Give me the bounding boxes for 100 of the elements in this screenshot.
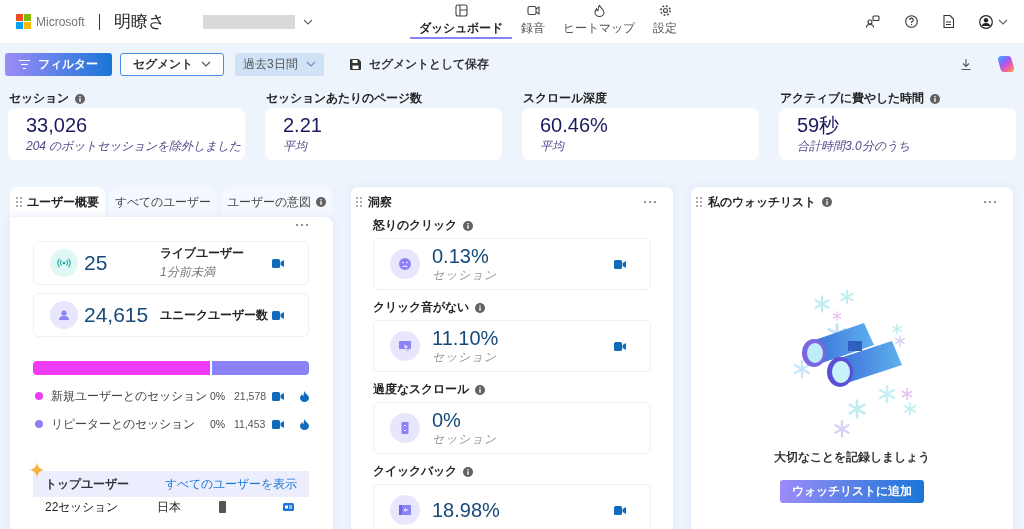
flame-icon <box>592 4 606 17</box>
info-icon <box>463 220 473 231</box>
date-range-dropdown[interactable]: 過去3日間 <box>235 52 324 76</box>
watchlist-message: 大切なことを記録しましょう <box>774 449 930 466</box>
product-name: 明瞭さ <box>113 11 165 33</box>
video-camera-icon <box>526 4 540 17</box>
settings-icon <box>658 4 672 17</box>
nav-tab[interactable]: 録音 <box>512 4 554 39</box>
metric-label: セッション <box>9 90 69 107</box>
flame-icon[interactable] <box>300 418 309 430</box>
copilot-logo-icon[interactable] <box>997 55 1015 73</box>
metric-label: アクティブに費やした時間 <box>780 90 924 107</box>
info-icon <box>463 466 473 477</box>
avatar-icon <box>979 14 993 29</box>
drag-handle-icon[interactable] <box>696 197 702 207</box>
panel-tab[interactable]: ユーザーの意図 <box>221 187 332 217</box>
nav-tab[interactable]: ダッシュボード <box>410 4 512 39</box>
user-country: 日本 <box>157 498 182 516</box>
video-camera-icon[interactable] <box>614 505 626 515</box>
metric-note: 204 のボットセッションを除外しました <box>26 138 243 155</box>
filter-button[interactable]: フィルター <box>5 52 112 76</box>
angry-face-icon <box>398 257 412 271</box>
user-sessions: 22セッション <box>45 498 120 516</box>
insight-caption: セッション <box>432 266 498 284</box>
view-all-users-link[interactable]: すべてのユーザーを表示 <box>165 475 297 493</box>
person-icon <box>57 310 71 320</box>
download-icon[interactable] <box>961 58 971 70</box>
cursor-click-icon <box>398 339 412 353</box>
metric-label: セッションあたりのページ数 <box>266 90 422 107</box>
chevron-down-icon <box>305 61 316 67</box>
panel-title: 私のウォッチリスト <box>708 194 816 210</box>
nav-tab[interactable]: ヒートマップ <box>554 4 644 39</box>
stat-value: 25 <box>84 251 109 275</box>
insight-label: クイックバック <box>373 463 457 480</box>
microsoft-logo-icon <box>16 14 31 29</box>
legend-count: 21,578 <box>234 390 268 402</box>
legend-percent: 0% <box>210 390 227 402</box>
phone-icon <box>219 501 226 513</box>
account-button[interactable] <box>979 14 1008 29</box>
insight-value: 0.13% <box>432 244 490 267</box>
metric-note: 合計時間3.0分のうち <box>797 138 911 155</box>
drag-handle-icon[interactable] <box>356 197 362 207</box>
stat-label: ユニークユーザー数 <box>160 306 269 324</box>
video-camera-icon[interactable] <box>614 259 626 269</box>
save-segment-button[interactable]: セグメントとして保存 <box>337 52 501 76</box>
document-icon[interactable] <box>943 15 954 28</box>
brand-name: Microsoft <box>36 14 85 29</box>
panel-tab[interactable]: ユーザー概要 <box>10 187 105 217</box>
id-card-icon[interactable] <box>283 503 294 511</box>
video-camera-icon[interactable] <box>272 419 284 429</box>
info-icon <box>822 197 832 207</box>
more-options-icon[interactable] <box>643 200 657 204</box>
stat-note: 1分前未満 <box>160 264 217 281</box>
chevron-down-icon <box>998 18 1008 25</box>
video-camera-icon[interactable] <box>614 341 626 351</box>
insight-value: 18.98% <box>432 499 501 521</box>
legend-percent: 0% <box>210 418 227 430</box>
info-icon <box>475 384 485 395</box>
video-camera-icon[interactable] <box>272 310 284 320</box>
people-chat-icon[interactable] <box>866 15 880 28</box>
panel-title: 洞察 <box>368 194 392 210</box>
drag-handle-icon[interactable] <box>16 197 22 207</box>
metric-label: スクロール深度 <box>523 90 607 107</box>
video-camera-icon[interactable] <box>272 391 284 401</box>
video-camera-icon[interactable] <box>272 258 284 268</box>
more-options-icon[interactable] <box>983 200 997 204</box>
segment-dropdown[interactable]: セグメント <box>120 52 224 76</box>
legend-count: 11,453 <box>234 418 267 430</box>
insight-label: 過度なスクロール <box>373 381 469 398</box>
help-icon[interactable] <box>905 15 918 28</box>
top-users-title: トップユーザー <box>45 475 129 493</box>
insight-value: 11.10% <box>432 326 500 349</box>
insight-label: クリック音がない <box>373 299 469 316</box>
panel-tab[interactable]: すべてのユーザー <box>109 187 217 217</box>
insight-value: 0% <box>432 408 462 431</box>
metric-value: 59秒 <box>797 114 841 136</box>
insight-caption: セッション <box>432 430 498 448</box>
metric-value: 33,026 <box>26 114 89 136</box>
insight-caption: セッション <box>432 348 498 366</box>
back-arrow-window-icon <box>398 503 412 517</box>
metric-value: 2.21 <box>283 114 323 136</box>
sparkle-icon <box>29 462 45 478</box>
info-icon <box>475 302 485 313</box>
metric-value: 60.46% <box>540 114 609 136</box>
more-options-icon[interactable] <box>295 223 309 227</box>
dashboard-icon <box>454 4 468 17</box>
stat-value: 24,615 <box>84 303 150 327</box>
insight-label: 怒りのクリック <box>373 217 457 234</box>
metric-note: 平均 <box>540 138 566 155</box>
legend-label: 新規ユーザーとのセッション <box>51 387 208 405</box>
stat-label: ライブユーザー <box>160 245 245 262</box>
chevron-down-icon <box>201 61 211 67</box>
save-icon <box>349 58 361 70</box>
metric-note: 平均 <box>283 138 309 155</box>
chevron-down-icon[interactable] <box>302 18 313 25</box>
filter-icon <box>19 59 30 69</box>
legend-label: リピーターとのセッション <box>51 415 196 433</box>
nav-tab[interactable]: 設定 <box>644 4 686 39</box>
broadcast-icon <box>57 258 71 268</box>
flame-icon[interactable] <box>300 390 309 402</box>
